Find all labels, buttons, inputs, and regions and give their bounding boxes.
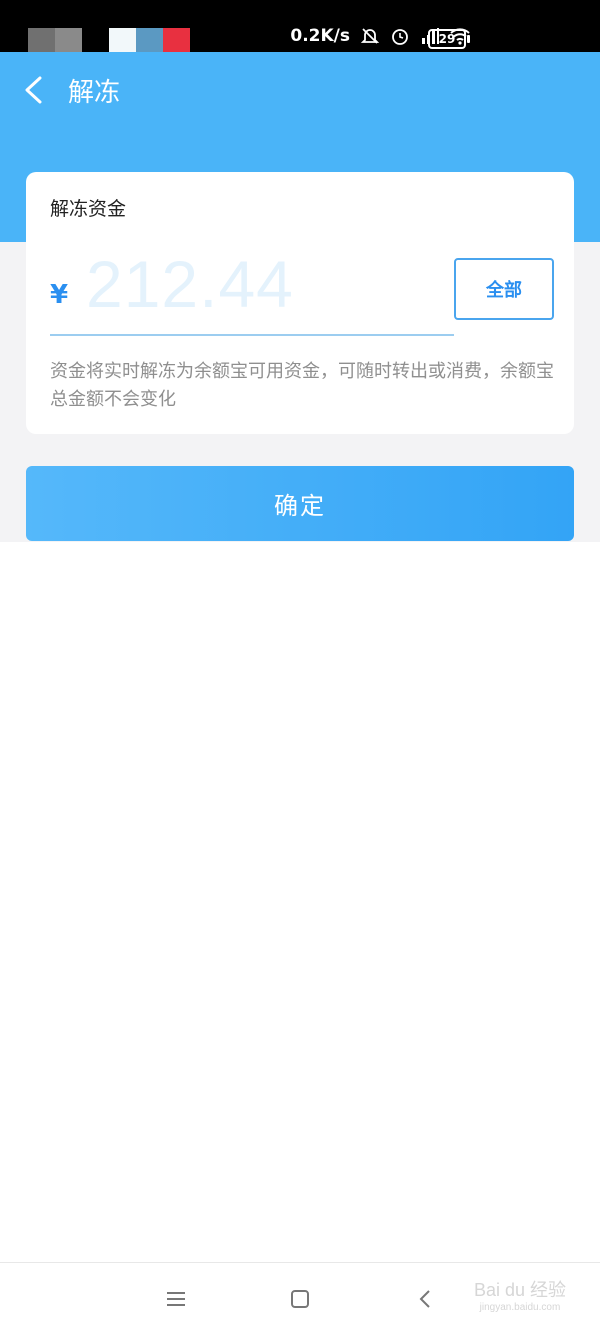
description-text: 资金将实时解冻为余额宝可用资金，可随时转出或消费，余额宝总金额不会变化 xyxy=(50,361,554,410)
redacted-block xyxy=(109,28,136,54)
bell-off-icon xyxy=(360,28,380,44)
network-speed: 0.2K/s xyxy=(290,26,350,46)
unfreeze-card: 解冻资金 ¥ 212.44 全部 资金将实时解冻为余额宝可用资金，可随时转出或消… xyxy=(26,172,574,434)
card-label: 解冻资金 xyxy=(50,198,127,220)
redacted-block xyxy=(82,28,109,54)
watermark: Bai du 经验 jingyan.baidu.com xyxy=(474,1276,566,1313)
back-icon[interactable] xyxy=(412,1285,440,1313)
alarm-icon xyxy=(392,29,408,45)
amount-input[interactable]: 212.44 xyxy=(86,246,294,322)
all-button[interactable]: 全部 xyxy=(454,258,554,320)
amount-underline xyxy=(50,334,454,336)
redacted-blocks xyxy=(28,28,190,54)
page-title: 解冻 xyxy=(68,78,121,108)
watermark-sub: jingyan.baidu.com xyxy=(479,1302,561,1313)
redacted-block xyxy=(136,28,163,54)
watermark-text: Bai du 经验 xyxy=(473,1280,566,1300)
home-square-icon[interactable] xyxy=(286,1285,314,1313)
battery-icon: 29 xyxy=(428,29,470,49)
redacted-block xyxy=(28,28,55,54)
status-bar: 0.2K/s 29 xyxy=(0,0,600,54)
confirm-button[interactable]: 确定 xyxy=(26,466,574,541)
currency-symbol: ¥ xyxy=(50,280,69,310)
redacted-block xyxy=(163,28,190,54)
menu-icon[interactable] xyxy=(162,1285,190,1313)
redacted-block xyxy=(55,28,82,54)
chevron-left-icon[interactable] xyxy=(22,76,46,104)
